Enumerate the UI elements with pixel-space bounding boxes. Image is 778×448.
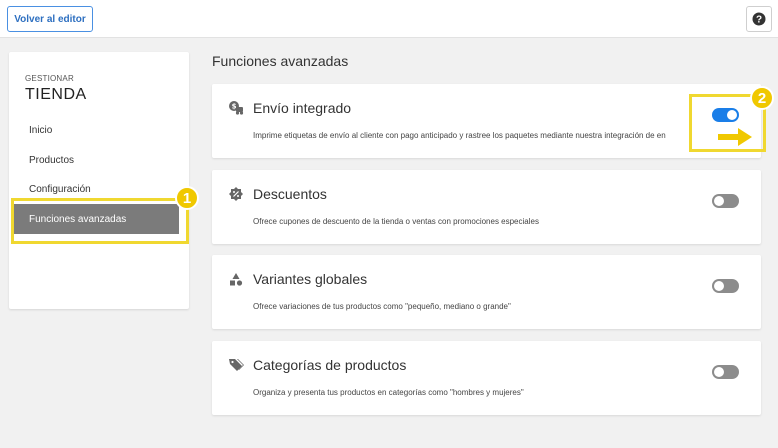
help-button[interactable]: ? <box>746 6 772 32</box>
svg-text:?: ? <box>756 15 762 26</box>
toggle-knob <box>714 196 724 206</box>
sidebar-item-configuracion[interactable]: Configuración <box>29 184 91 195</box>
feature-toggle-categorias[interactable] <box>712 365 739 379</box>
toggle-knob <box>714 367 724 377</box>
feature-card-variantes: Variantes globales Ofrece variaciones de… <box>212 255 761 329</box>
top-bar: Volver al editor ? <box>0 0 778 38</box>
shapes-icon <box>230 273 243 286</box>
sidebar-title: TIENDA <box>25 86 87 103</box>
shipping-truck-icon: $ <box>229 101 244 115</box>
sidebar-item-productos[interactable]: Productos <box>29 155 74 166</box>
feature-description: Organiza y presenta tus productos en cat… <box>253 388 524 397</box>
step-badge-1: 1 <box>175 186 199 210</box>
feature-title: Envío integrado <box>253 100 352 116</box>
feature-card-envio: $ Envío integrado Imprime etiquetas de e… <box>212 84 761 158</box>
feature-description: Ofrece cupones de descuento de la tienda… <box>253 217 539 226</box>
feature-card-descuentos: Descuentos Ofrece cupones de descuento d… <box>212 170 761 244</box>
feature-description: Ofrece variaciones de tus productos como… <box>253 302 511 311</box>
sidebar-caption: GESTIONAR <box>25 74 74 83</box>
feature-toggle-variantes[interactable] <box>712 279 739 293</box>
svg-text:$: $ <box>232 103 237 111</box>
feature-card-categorias: Categorías de productos Organiza y prese… <box>212 341 761 415</box>
feature-toggle-descuentos[interactable] <box>712 194 739 208</box>
discount-badge-icon <box>229 187 243 201</box>
feature-title: Categorías de productos <box>253 357 407 373</box>
help-icon: ? <box>752 12 766 26</box>
tag-icon <box>229 359 244 371</box>
section-title: Funciones avanzadas <box>212 53 349 69</box>
feature-title: Descuentos <box>253 186 327 202</box>
toggle-knob <box>714 281 724 291</box>
feature-title: Variantes globales <box>253 271 368 287</box>
feature-description: Imprime etiquetas de envío al cliente co… <box>253 131 666 140</box>
back-to-editor-button[interactable]: Volver al editor <box>7 6 93 32</box>
sidebar: GESTIONAR TIENDA Inicio Productos Config… <box>9 52 189 309</box>
highlight-box-1 <box>11 198 189 244</box>
sidebar-item-inicio[interactable]: Inicio <box>29 125 52 136</box>
step-badge-2: 2 <box>750 86 774 110</box>
arrow-right-icon <box>718 128 752 146</box>
